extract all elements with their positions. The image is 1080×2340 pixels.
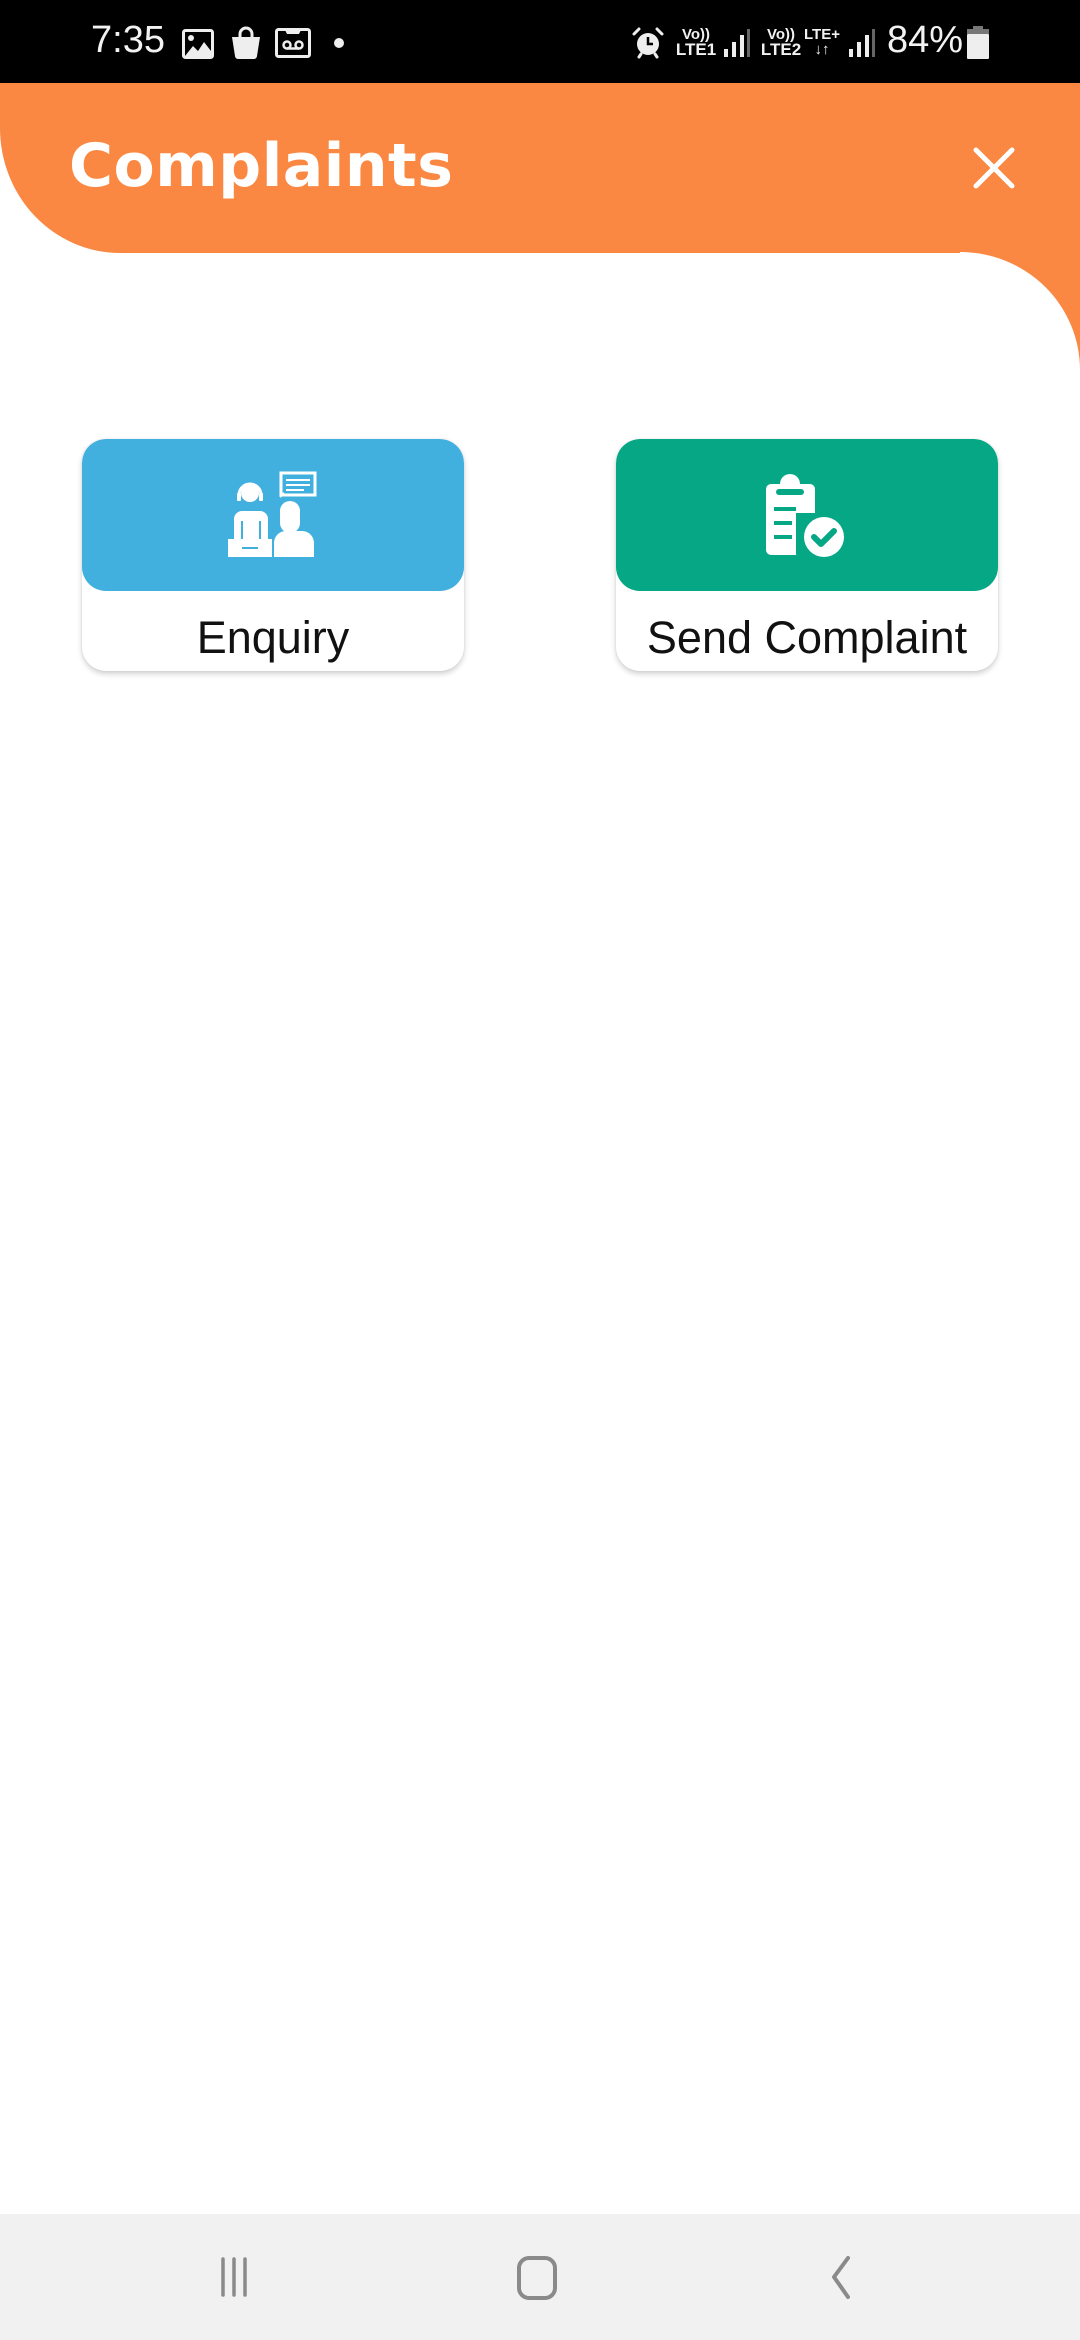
lte-plus-data-icon: LTE+ ↓↑	[801, 27, 843, 57]
battery-icon	[967, 26, 989, 59]
home-icon	[517, 2256, 557, 2300]
send-complaint-card[interactable]: Send Complaint	[616, 439, 998, 671]
back-button[interactable]	[810, 2247, 870, 2307]
clipboard-check-icon	[766, 474, 848, 561]
shopping-bag-icon	[232, 26, 260, 59]
alarm-icon	[632, 27, 664, 59]
battery-percent: 84%	[887, 19, 964, 61]
signal-2-icon	[849, 29, 875, 57]
enquiry-label: Enquiry	[196, 612, 350, 663]
customer-support-icon	[228, 471, 317, 557]
lte2-label: LTE2	[760, 40, 802, 59]
lte-plus-label: LTE+	[804, 26, 840, 43]
notification-dot-icon	[334, 38, 344, 48]
recent-apps-button[interactable]	[204, 2247, 264, 2307]
gallery-icon	[182, 29, 214, 59]
send-complaint-label: Send Complaint	[646, 612, 968, 663]
voicemail-icon	[275, 28, 311, 58]
status-bar: 7:35 Vo)) LTE1 Vo)) LTE2 LTE+ ↓↑ 84%	[0, 0, 1080, 83]
system-nav-bar	[0, 2214, 1080, 2340]
volte-lte1-icon: Vo)) LTE1	[675, 27, 717, 59]
back-icon	[832, 2256, 850, 2299]
enquiry-card[interactable]: Enquiry	[82, 439, 464, 671]
signal-1-icon	[724, 29, 750, 57]
home-button[interactable]	[507, 2247, 567, 2307]
data-arrows: ↓↑	[814, 41, 830, 58]
close-icon	[973, 147, 1015, 189]
send-complaint-card-banner	[616, 439, 998, 591]
volte-lte2-icon: Vo)) LTE2	[760, 27, 802, 59]
close-button[interactable]	[968, 142, 1020, 194]
recent-apps-icon	[221, 2257, 247, 2297]
enquiry-card-banner	[82, 439, 464, 591]
status-time: 7:35	[91, 19, 165, 61]
lte1-label: LTE1	[675, 40, 717, 59]
page-title: Complaints	[69, 131, 454, 201]
